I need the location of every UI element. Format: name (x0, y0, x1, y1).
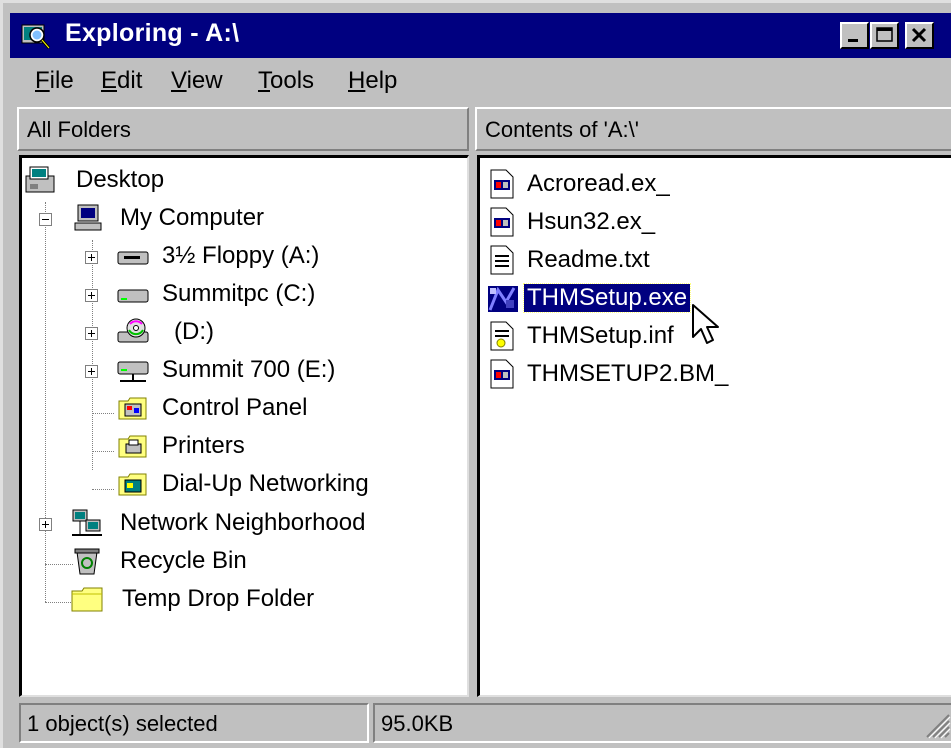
expand-toggle[interactable] (39, 518, 52, 531)
file-name: Readme.txt (527, 246, 650, 273)
expand-toggle[interactable] (85, 251, 98, 264)
tree-line (92, 489, 114, 490)
expand-toggle[interactable] (85, 289, 98, 302)
tree-line (92, 240, 93, 470)
computer-icon (72, 202, 104, 239)
file-name: THMSetup.exe (522, 283, 692, 313)
menu-tools[interactable]: Tools (258, 67, 314, 95)
tree-item-label: Network Neighborhood (120, 509, 366, 536)
expand-toggle[interactable] (85, 327, 98, 340)
hard-drive-icon (116, 278, 150, 315)
compressed-file-icon (486, 358, 518, 395)
file-name: THMSETUP2.BM_ (527, 360, 729, 387)
mouse-pointer-icon (691, 303, 721, 354)
tree-item-label: Temp Drop Folder (122, 585, 315, 612)
title-bar[interactable]: Exploring - A:\ (10, 13, 951, 58)
tree-line (92, 413, 114, 414)
close-button[interactable] (905, 22, 934, 49)
control-panel-icon (116, 392, 150, 429)
desktop-icon (24, 164, 58, 201)
status-size: 95.0KB (373, 703, 951, 743)
tree-item-label: 3½ Floppy (A:) (162, 242, 320, 269)
contents-header: Contents of 'A:\' (475, 107, 951, 151)
folder-icon (70, 583, 106, 620)
printers-folder-icon (116, 430, 150, 467)
recycle-bin-icon (70, 545, 104, 582)
tree-item-label: Summit 700 (E:) (162, 356, 336, 383)
file-name: Hsun32.ex_ (527, 208, 656, 235)
floppy-drive-icon (116, 240, 150, 277)
cd-drive-icon (116, 316, 150, 353)
minimize-button[interactable] (840, 22, 869, 49)
menu-file[interactable]: File (35, 67, 74, 95)
tree-item-label: Control Panel (162, 394, 308, 421)
menu-view[interactable]: View (171, 67, 223, 95)
tree-line (45, 602, 73, 603)
maximize-button[interactable] (870, 22, 899, 49)
tree-item-label: Summitpc (C:) (162, 280, 316, 307)
dialup-folder-icon (116, 468, 150, 505)
resize-grip-icon[interactable] (923, 711, 951, 744)
tree-item-label: Desktop (76, 166, 165, 193)
window-title: Exploring - A:\ (65, 19, 240, 47)
explorer-icon (20, 21, 52, 51)
tree-item-label: Recycle Bin (120, 547, 247, 574)
contents-pane[interactable]: Acroread.ex_ Hsun32.ex_ Readme.txt THMSe… (477, 155, 951, 697)
tree-line (45, 564, 73, 565)
inf-file-icon (486, 320, 518, 357)
tree-item-label: (D:) (174, 318, 214, 345)
tree-item-label: Printers (162, 432, 245, 459)
compressed-file-icon (486, 206, 518, 243)
expand-toggle[interactable] (85, 365, 98, 378)
status-selection: 1 object(s) selected (19, 703, 369, 743)
menu-help[interactable]: Help (348, 67, 397, 95)
collapse-toggle[interactable] (39, 213, 52, 226)
compressed-file-icon (486, 168, 518, 205)
folder-tree-pane[interactable]: Desktop My Computer 3½ Floppy (A:) Summi… (19, 155, 469, 697)
tree-item-label: My Computer (120, 204, 265, 231)
all-folders-header: All Folders (17, 107, 469, 151)
explorer-window: Exploring - A:\ File Edit View Tools Hel… (0, 0, 951, 748)
text-file-icon (486, 244, 518, 281)
tree-line (92, 451, 114, 452)
tree-line (45, 202, 46, 602)
menu-edit[interactable]: Edit (101, 67, 142, 95)
file-name: Acroread.ex_ (527, 170, 670, 197)
network-neighborhood-icon (70, 507, 104, 544)
network-drive-icon (116, 354, 150, 391)
file-name: THMSetup.inf (527, 322, 674, 349)
setup-exe-icon (486, 282, 522, 321)
tree-item-label: Dial-Up Networking (162, 470, 369, 497)
